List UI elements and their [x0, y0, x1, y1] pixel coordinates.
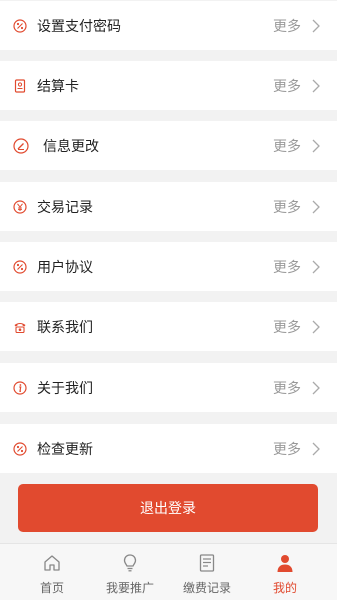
percent-badge-icon — [13, 18, 27, 33]
menu-item-check-update[interactable]: 检查更新 更多 — [0, 424, 337, 473]
menu-item-label: 用户协议 — [37, 259, 93, 276]
tab-label: 首页 — [39, 581, 64, 595]
menu-item-settlement-card[interactable]: 结算卡 更多 — [0, 61, 337, 110]
chevron-right-icon — [311, 199, 321, 215]
percent-badge-icon — [13, 259, 27, 274]
tab-payment-records[interactable]: 缴费记录 — [165, 544, 249, 600]
yen-icon — [13, 199, 27, 214]
more-label: 更多 — [273, 18, 301, 35]
tab-label: 我的 — [272, 581, 297, 595]
more-label: 更多 — [273, 259, 301, 276]
chevron-right-icon — [311, 319, 321, 335]
tab-label: 缴费记录 — [182, 581, 231, 595]
more-label: 更多 — [273, 319, 301, 336]
chevron-right-icon — [311, 380, 321, 396]
menu-item-label: 信息更改 — [43, 138, 99, 155]
menu-item-contact-us[interactable]: 联系我们 更多 — [0, 302, 337, 351]
menu-item-info-change[interactable]: 信息更改 更多 — [0, 121, 337, 170]
menu-item-label: 检查更新 — [37, 441, 93, 458]
tab-promote[interactable]: 我要推广 — [88, 544, 172, 600]
tab-home[interactable]: 首页 — [10, 544, 94, 600]
menu-item-payment-password[interactable]: 设置支付密码 更多 — [0, 1, 337, 50]
user-icon — [275, 553, 295, 573]
menu-item-about-us[interactable]: 关于我们 更多 — [0, 363, 337, 412]
chevron-right-icon — [311, 18, 321, 34]
menu-item-label: 设置支付密码 — [37, 18, 121, 35]
menu-item-transactions[interactable]: 交易记录 更多 — [0, 182, 337, 231]
menu-item-label: 结算卡 — [37, 78, 79, 95]
info-icon — [13, 380, 27, 395]
menu-item-user-agreement[interactable]: 用户协议 更多 — [0, 242, 337, 291]
more-label: 更多 — [273, 138, 301, 155]
home-icon — [42, 553, 62, 573]
document-icon — [197, 553, 217, 573]
menu-item-label: 关于我们 — [37, 380, 93, 397]
more-label: 更多 — [273, 199, 301, 216]
phone-icon — [13, 320, 27, 334]
more-label: 更多 — [273, 380, 301, 397]
percent-badge-icon — [13, 441, 27, 456]
chevron-right-icon — [311, 441, 321, 457]
more-label: 更多 — [273, 441, 301, 458]
tab-label: 我要推广 — [105, 581, 154, 595]
menu-item-label: 联系我们 — [37, 319, 93, 336]
chevron-right-icon — [311, 78, 321, 94]
bottom-tab-bar: 首页 我要推广 缴费记录 我的 — [0, 543, 337, 600]
chevron-right-icon — [311, 259, 321, 275]
menu-item-label: 交易记录 — [37, 199, 93, 216]
edit-icon — [13, 137, 29, 154]
card-icon — [13, 78, 27, 93]
logout-button[interactable]: 退出登录 — [18, 484, 318, 532]
lightbulb-icon — [120, 553, 140, 573]
chevron-right-icon — [311, 138, 321, 154]
tab-mine[interactable]: 我的 — [243, 544, 327, 600]
more-label: 更多 — [273, 78, 301, 95]
